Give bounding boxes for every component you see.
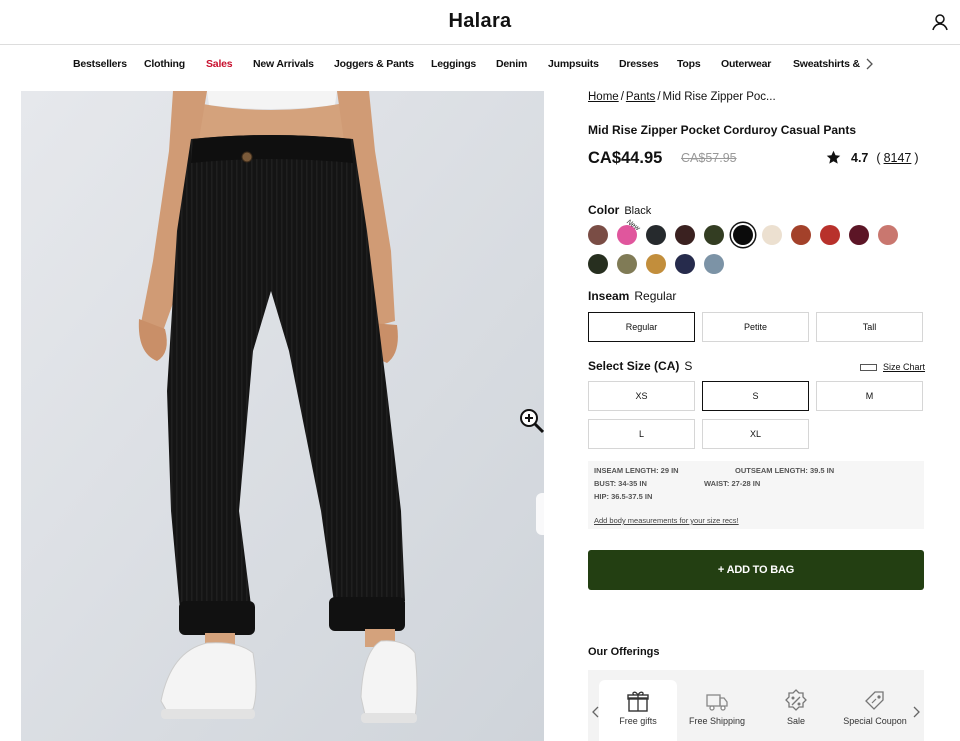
color-swatch[interactable] xyxy=(675,254,695,274)
rating-value: 4.7 xyxy=(851,150,869,165)
color-swatch[interactable] xyxy=(791,225,811,245)
inseam-option-petite[interactable]: Petite xyxy=(702,312,809,342)
category-nav: Bestsellers Clothing Sales New Arrivals … xyxy=(0,45,960,83)
outseam-length: OUTSEAM LENGTH: 39.5 IN xyxy=(735,466,835,475)
size-label-text: Select Size (CA) xyxy=(588,359,680,373)
size-option-xs[interactable]: XS xyxy=(588,381,695,411)
breadcrumb-current: Mid Rise Zipper Poc... xyxy=(662,91,776,103)
percent-icon xyxy=(785,689,807,711)
offering-free-shipping[interactable]: Free Shipping xyxy=(678,680,756,741)
size-option-xl[interactable]: XL xyxy=(702,419,809,449)
offering-label: Special Coupon xyxy=(843,716,907,726)
size-option-m[interactable]: M xyxy=(816,381,923,411)
chevron-right-icon[interactable] xyxy=(863,57,875,71)
inseam-label-text: Inseam xyxy=(588,289,630,303)
offerings-carousel: Free gifts Free Shipping Sale Special Co… xyxy=(588,670,924,741)
inseam-length: INSEAM LENGTH: 29 IN xyxy=(594,466,679,475)
zoom-in-icon[interactable] xyxy=(518,407,544,435)
rating-paren-close: ) xyxy=(914,150,919,165)
product-image-gallery[interactable] xyxy=(21,91,544,741)
color-swatch[interactable] xyxy=(762,225,782,245)
offering-label: Free gifts xyxy=(619,716,657,726)
color-swatch[interactable] xyxy=(617,254,637,274)
offering-label: Free Shipping xyxy=(688,716,746,726)
nav-item-sales[interactable]: Sales xyxy=(206,58,233,70)
product-price: CA$44.95 xyxy=(588,149,663,167)
breadcrumb-pants[interactable]: Pants xyxy=(626,91,655,103)
inseam-option-regular[interactable]: Regular xyxy=(588,312,695,342)
original-price: CA$57.95 xyxy=(681,151,737,165)
size-option-l[interactable]: L xyxy=(588,419,695,449)
offerings-title: Our Offerings xyxy=(588,646,660,658)
nav-item-jumpsuits[interactable]: Jumpsuits xyxy=(548,58,599,70)
breadcrumb: Home / Pants / Mid Rise Zipper Poc... xyxy=(588,91,776,103)
color-swatch[interactable] xyxy=(646,225,666,245)
color-swatch[interactable] xyxy=(704,225,724,245)
chevron-right-icon[interactable] xyxy=(911,705,921,719)
size-label: Select Size (CA) S xyxy=(588,359,692,373)
color-swatch[interactable] xyxy=(849,225,869,245)
color-swatch[interactable] xyxy=(878,225,898,245)
size-chart-link[interactable]: Size Chart xyxy=(860,362,925,372)
add-to-bag-button[interactable]: + ADD TO BAG xyxy=(588,550,924,590)
chevron-right-icon xyxy=(536,493,544,535)
inseam-label: Inseam Regular xyxy=(588,289,676,303)
color-selected-value: Black xyxy=(624,205,652,217)
color-swatch[interactable] xyxy=(733,225,753,245)
color-label: Color Black xyxy=(588,203,651,217)
nav-item-bestsellers[interactable]: Bestsellers xyxy=(73,58,127,70)
size-option-s[interactable]: S xyxy=(702,381,809,411)
nav-item-joggers-pants[interactable]: Joggers & Pants xyxy=(334,58,414,70)
site-header: Halara xyxy=(0,0,960,45)
offering-free-gifts[interactable]: Free gifts xyxy=(599,680,677,741)
offering-special-coupon[interactable]: Special Coupon xyxy=(836,680,914,741)
color-label-text: Color xyxy=(588,203,620,217)
offering-label: Sale xyxy=(786,716,805,726)
inseam-selected-value: Regular xyxy=(634,289,677,303)
add-body-measurements-link[interactable]: Add body measurements for your size recs… xyxy=(594,516,739,525)
color-swatch[interactable] xyxy=(675,225,695,245)
breadcrumb-home[interactable]: Home xyxy=(588,91,619,103)
offering-sale[interactable]: Sale xyxy=(757,680,835,741)
color-swatch[interactable] xyxy=(820,225,840,245)
site-logo[interactable]: Halara xyxy=(0,10,960,33)
ruler-icon xyxy=(860,363,877,371)
gallery-next-button[interactable] xyxy=(536,493,544,535)
size-chart-text: Size Chart xyxy=(883,362,926,372)
nav-item-sweatshirts[interactable]: Sweatshirts & xyxy=(793,58,860,70)
inseam-option-tall[interactable]: Tall xyxy=(816,312,923,342)
nav-item-dresses[interactable]: Dresses xyxy=(619,58,659,70)
nav-item-tops[interactable]: Tops xyxy=(677,58,701,70)
product-photo xyxy=(21,91,544,741)
review-count-link[interactable]: 8147 xyxy=(884,151,912,165)
product-rating: 4.7 ( 8147 ) xyxy=(826,150,919,165)
hip-measure: HIP: 36.5-37.5 IN xyxy=(594,492,653,501)
waist-measure: WAIST: 27-28 IN xyxy=(704,479,761,488)
nav-item-outerwear[interactable]: Outerwear xyxy=(721,58,771,70)
nav-item-clothing[interactable]: Clothing xyxy=(144,58,185,70)
nav-item-denim[interactable]: Denim xyxy=(496,58,527,70)
rating-paren-open: ( xyxy=(876,150,881,165)
color-swatch[interactable] xyxy=(588,254,608,274)
color-swatch[interactable] xyxy=(646,254,666,274)
nav-item-new-arrivals[interactable]: New Arrivals xyxy=(253,58,314,70)
size-selected-value: S xyxy=(684,359,693,373)
truck-icon xyxy=(706,694,728,711)
nav-item-leggings[interactable]: Leggings xyxy=(431,58,476,70)
product-title: Mid Rise Zipper Pocket Corduroy Casual P… xyxy=(588,123,857,137)
color-swatch[interactable] xyxy=(704,254,724,274)
color-swatch[interactable] xyxy=(588,225,608,245)
user-icon[interactable] xyxy=(930,12,950,32)
size-measurements: INSEAM LENGTH: 29 IN OUTSEAM LENGTH: 39.… xyxy=(588,461,924,529)
star-icon xyxy=(826,150,841,164)
coupon-icon xyxy=(865,691,884,710)
gift-icon xyxy=(627,691,649,712)
bust-measure: BUST: 34-35 IN xyxy=(594,479,647,488)
